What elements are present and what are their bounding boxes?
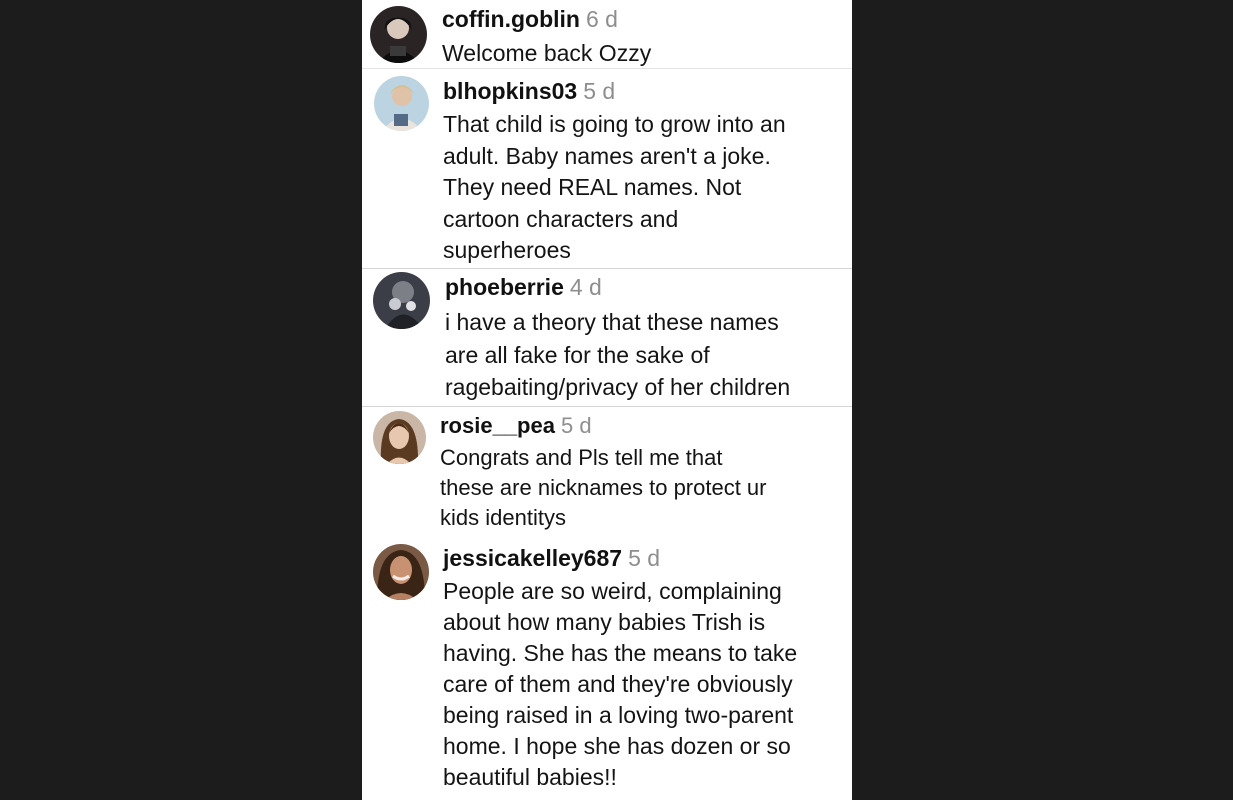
avatar[interactable] <box>373 411 426 464</box>
divider <box>362 68 852 69</box>
comment-age: 5 d <box>628 545 661 571</box>
comment-text: That child is going to grow into an adul… <box>443 111 786 263</box>
avatar[interactable] <box>373 272 430 329</box>
comment-age: 6 d <box>585 6 618 32</box>
comment-age: 4 d <box>569 274 602 300</box>
comment-text: People are so weird, complaining about h… <box>443 578 798 790</box>
username[interactable]: coffin.goblin <box>442 6 580 32</box>
divider <box>362 406 852 407</box>
username[interactable]: blhopkins03 <box>443 78 577 104</box>
username[interactable]: jessicakelley687 <box>443 545 622 571</box>
divider <box>362 268 852 269</box>
avatar[interactable] <box>374 76 429 131</box>
comment-text: Welcome back Ozzy <box>442 40 652 66</box>
comment-text: i have a theory that these names are all… <box>445 309 791 400</box>
comment-age: 5 d <box>560 413 592 438</box>
avatar[interactable] <box>373 544 429 600</box>
comments-panel: coffin.goblin 6 d Welcome back Ozzy blhop… <box>362 0 852 800</box>
username[interactable]: rosie__pea <box>440 413 555 438</box>
username[interactable]: phoeberrie <box>445 274 564 300</box>
comment-text: Congrats and Pls tell me that these are … <box>440 445 767 530</box>
comment-age: 5 d <box>583 78 616 104</box>
avatar[interactable] <box>370 6 427 63</box>
